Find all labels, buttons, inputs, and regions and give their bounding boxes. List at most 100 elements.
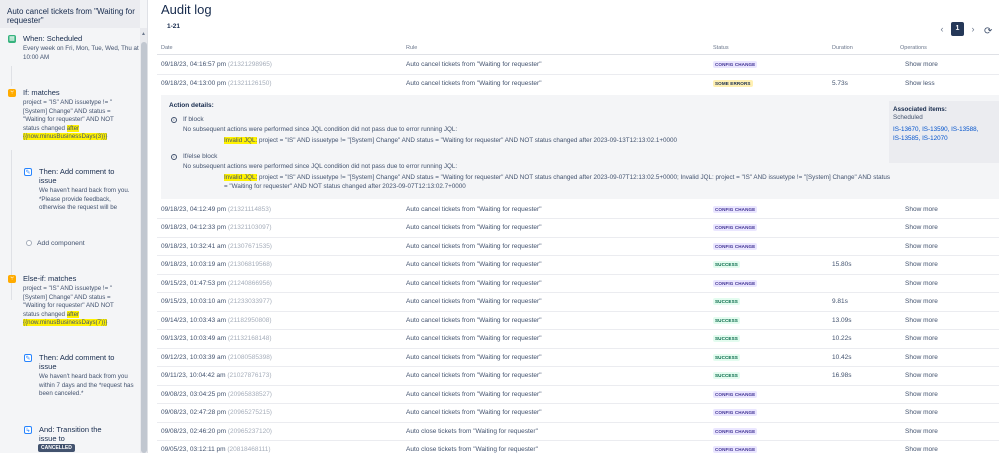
elseif-block-jql: Invalid JQL: project = "IS" AND issuetyp… [224,174,924,191]
status-badge: CONFIG CHANGE [713,427,758,435]
add-component-link[interactable]: Add component [37,240,85,247]
row-id: (20965838527) [227,390,272,398]
row-rule: Auto cancel tickets from "Waiting for re… [406,242,542,250]
row-rule: Auto cancel tickets from "Waiting for re… [406,335,542,342]
page-button[interactable]: 1 [951,22,964,36]
status-badge: CONFIG CHANGE [713,409,758,416]
row-duration: 16.98s [832,372,852,379]
show-more-link[interactable]: Show more [905,261,938,268]
table-row[interactable]: 09/15/23, 10:03:10 am (21233033977) Auto … [157,293,999,312]
then2-title: Then: Add comment to issue [39,353,115,371]
status-badge: SUCCESS [713,316,740,324]
issue-link[interactable]: IS-13670, [893,126,920,133]
table-row[interactable]: 09/05/23, 03:12:11 pm (20818468111) Auto … [157,441,999,453]
row-id: (21321298965) [227,61,272,68]
show-more-link[interactable]: Show more [905,206,938,213]
rule-title: Auto cancel tickets from "Waiting for re… [0,0,140,28]
table-row[interactable]: 09/18/23, 10:32:41 am (21307671535) Auto … [157,238,999,256]
row-date: 09/14/23, 10:03:43 am [161,316,227,324]
show-more-link[interactable]: Show more [905,61,938,68]
status-badge: CONFIG CHANGE [713,446,758,453]
row-rule: Auto cancel tickets from "Waiting for re… [406,316,542,324]
show-more-link[interactable]: Show more [905,354,938,361]
table-row[interactable]: 09/11/23, 10:04:42 am (21027876173) Auto … [157,367,999,386]
show-more-link[interactable]: Show more [905,391,938,398]
show-more-link[interactable]: Show more [905,280,938,287]
table-row[interactable]: 09/08/23, 03:04:25 pm (20965838527) Auto … [157,386,999,404]
show-more-link[interactable]: Show more [905,298,938,305]
row-rule: Auto cancel tickets from "Waiting for re… [406,409,542,416]
table-row[interactable]: 09/13/23, 10:03:49 am (21132168148) Auto … [157,330,999,349]
row-duration: 5.73s [832,80,848,87]
table-row[interactable]: 09/08/23, 02:46:20 pm (20965237120) Auto … [157,423,999,441]
issue-link[interactable]: IS-13588, [951,126,978,133]
comment-icon: ✎ [24,168,32,176]
row-id: (21321114853) [227,205,272,213]
elseif-block-title: If/else block [183,153,218,160]
then2-desc: We haven't heard back from you within 7 … [39,373,134,397]
row-date: 09/18/23, 04:16:57 pm [161,61,227,68]
show-more-link[interactable]: Show more [905,428,938,435]
issue-link[interactable]: IS-13585, [893,135,920,142]
row-duration: 13.09s [832,316,852,324]
status-badge: CONFIG CHANGE [713,390,758,398]
row-duration: 10.22s [832,335,852,342]
add-component-icon[interactable] [26,240,32,246]
table-row[interactable]: 09/18/23, 10:03:19 am (21306819568) Auto … [157,256,999,275]
row-duration: 10.42s [832,353,852,361]
if-block-jql-text: project = "IS" AND issuetype != "[System… [257,137,678,144]
row-id: (21321126150) [227,80,272,87]
table-row[interactable]: 09/18/23, 04:12:49 pm (21321114853) Auto … [157,201,999,219]
scroll-up-icon[interactable]: ▲ [141,31,146,37]
row-rule: Auto cancel tickets from "Waiting for re… [406,224,542,231]
when-title: When: Scheduled [23,34,83,43]
row-id: (21321103097) [227,224,272,231]
associated-items: Associated items: Scheduled IS-13670, IS… [889,101,999,163]
sidebar-scrollbar[interactable]: ▲ [140,28,147,453]
show-more-link[interactable]: Show more [905,335,938,342]
row-date: 09/05/23, 03:12:11 pm [161,446,226,453]
table-row[interactable]: 09/18/23, 04:16:57 pm (21321298965) Auto… [157,56,999,75]
row-date: 09/18/23, 04:12:49 pm [161,205,227,213]
table-row[interactable]: 09/18/23, 04:12:33 pm (21321103097) Auto … [157,219,999,238]
scrollbar-thumb[interactable] [141,42,147,453]
status-badge: CONFIG CHANGE [713,224,758,231]
status-badge: SUCCESS [713,372,740,379]
show-more-link[interactable]: Show more [905,446,938,453]
table-row[interactable]: 09/18/23, 04:13:00 pm (21321126150) Auto… [157,75,999,94]
chevron-right-icon[interactable]: › [969,24,977,34]
refresh-icon[interactable]: ⟳ [984,26,992,37]
show-more-link[interactable]: Show more [905,409,938,416]
row-date: 09/08/23, 02:46:20 pm [161,427,227,435]
row-id: (21233033977) [227,298,272,305]
status-badge: CONFIG CHANGE [713,205,758,213]
show-more-link[interactable]: Show more [905,224,938,231]
when-desc: Every week on Fri, Mon, Tue, Wed, Thu at… [23,45,139,61]
table-row[interactable]: 09/14/23, 10:03:43 am (21182950808) Auto … [157,312,999,330]
action-details-heading: Action details: [169,102,214,109]
show-more-link[interactable]: Show more [905,372,938,379]
row-id: (21132168148) [227,335,272,342]
issue-link[interactable]: IS-12070 [922,135,948,142]
show-less-link[interactable]: Show less [905,80,935,87]
elseif-block-message: No subsequent actions were performed sin… [183,163,458,170]
row-rule: Auto close tickets from "Waiting for req… [406,427,538,435]
row-rule: Auto cancel tickets from "Waiting for re… [406,61,542,68]
row-id: (20818468111) [227,446,271,453]
elseif-block-jql-line2: = "Waiting for requester" AND NOT status… [224,182,466,190]
col-status: Status [713,45,729,51]
table-row[interactable]: 09/08/23, 02:47:28 pm (20965275215) Auto … [157,404,999,423]
show-more-link[interactable]: Show more [905,243,938,250]
status-badge: SUCCESS [713,261,740,268]
table-row[interactable]: 09/12/23, 10:03:39 am (21080585398) Auto … [157,349,999,367]
then1-desc: We haven't heard back from you. *Please … [39,187,130,211]
row-date: 09/12/23, 10:03:39 am [161,353,227,361]
row-id: (21080585398) [227,353,272,361]
if-block-title: If block [183,116,204,123]
row-date: 09/18/23, 04:13:00 pm [161,80,227,87]
issue-link[interactable]: IS-13590, [922,126,949,133]
row-id: (21307671535) [227,242,272,250]
table-row[interactable]: 09/15/23, 01:47:53 pm (21240866956) Auto … [157,275,999,293]
show-more-link[interactable]: Show more [905,317,938,324]
chevron-left-icon[interactable]: ‹ [938,24,946,34]
